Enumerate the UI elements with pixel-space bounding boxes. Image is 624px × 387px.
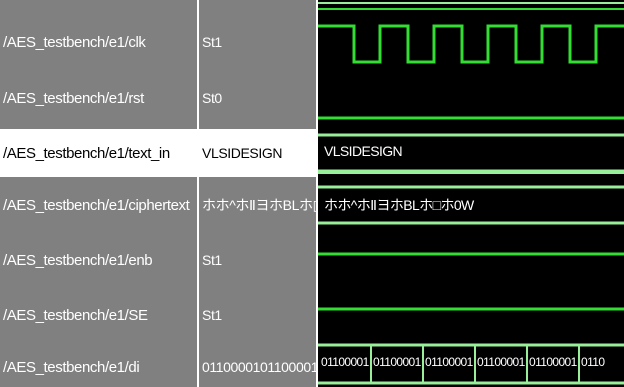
bus-segment-label: 01100001 xyxy=(529,355,577,369)
signal-name-row[interactable]: /AES_testbench/e1/rst xyxy=(0,74,197,122)
bus-segment-label: 01100001 xyxy=(321,355,369,369)
signal-names-pane: /AES_testbench/e1/clk/AES_testbench/e1/r… xyxy=(0,0,197,387)
signal-value-row[interactable]: 01100001011000010 xyxy=(199,343,316,387)
signal-value-row[interactable]: St1 xyxy=(199,291,316,339)
signal-name: /AES_testbench/e1/di xyxy=(3,358,140,376)
waveform-window: /AES_testbench/e1/clk/AES_testbench/e1/r… xyxy=(0,0,624,387)
signal-name: /AES_testbench/e1/enb xyxy=(3,251,153,269)
signal-name: /AES_testbench/e1/ciphertext xyxy=(3,196,190,214)
bus-segment-label: 0110 xyxy=(581,355,605,369)
waveform-pane[interactable]: VLSIDESIGN ホホ^ホⅡヨホBLホ□ホ0W 01100001 01100001… xyxy=(318,0,624,387)
waveform-canvas xyxy=(318,2,624,385)
signal-name-row[interactable]: /AES_testbench/e1/SE xyxy=(0,291,197,339)
signal-value: VLSIDESIGN xyxy=(202,145,283,161)
bus-value-label: VLSIDESIGN xyxy=(324,143,403,159)
signal-value: 01100001011000010 xyxy=(202,359,316,375)
signal-name-row[interactable]: /AES_testbench/e1/ciphertext xyxy=(0,181,197,229)
signal-name: /AES_testbench/e1/text_in xyxy=(3,144,170,162)
signal-values-pane: St1 St0 VLSIDESIGN ホホ^ホⅡヨホBLホ▯ St1 St1 0110000… xyxy=(199,0,316,387)
signal-value: St1 xyxy=(202,252,222,268)
signal-value: St0 xyxy=(202,90,222,106)
signal-value: St1 xyxy=(202,34,222,50)
clock-waveform xyxy=(318,24,624,64)
bus-segment-label: 01100001 xyxy=(373,355,421,369)
signal-name: /AES_testbench/e1/clk xyxy=(3,33,146,51)
signal-value: St1 xyxy=(202,307,222,323)
signal-name: /AES_testbench/e1/SE xyxy=(3,306,148,324)
signal-value-row[interactable]: VLSIDESIGN xyxy=(199,129,316,177)
signal-value-row[interactable]: ホホ^ホⅡヨホBLホ▯ xyxy=(199,181,316,229)
signal-name-row[interactable]: /AES_testbench/e1/enb xyxy=(0,236,197,284)
bus-segment-label: 01100001 xyxy=(477,355,525,369)
signal-value: ホホ^ホⅡヨホBLホ▯ xyxy=(202,197,316,213)
bus-segment-label: 01100001 xyxy=(425,355,473,369)
signal-name-row[interactable]: /AES_testbench/e1/di xyxy=(0,343,197,387)
signal-value-row[interactable]: St0 xyxy=(199,74,316,122)
signal-name-row[interactable]: /AES_testbench/e1/text_in xyxy=(0,129,197,177)
bus-value-label: ホホ^ホⅡヨホBLホ□ホ0W xyxy=(324,197,474,213)
signal-value-row[interactable]: St1 xyxy=(199,18,316,66)
signal-name: /AES_testbench/e1/rst xyxy=(3,89,144,107)
signal-value-row[interactable]: St1 xyxy=(199,236,316,284)
signal-name-row[interactable]: /AES_testbench/e1/clk xyxy=(0,18,197,66)
